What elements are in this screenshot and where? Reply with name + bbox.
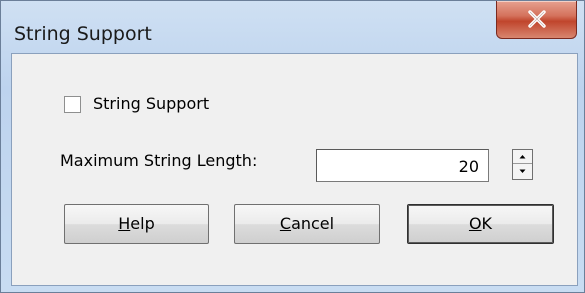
spin-down-button[interactable] (513, 165, 532, 179)
string-support-checkbox[interactable] (64, 96, 81, 113)
window-title: String Support (14, 23, 152, 45)
max-length-spinner[interactable] (512, 149, 533, 180)
close-button[interactable] (496, 1, 577, 39)
title-bar[interactable]: String Support (1, 1, 584, 51)
arrow-down-icon (519, 169, 526, 173)
cancel-mnemonic: C (279, 214, 292, 233)
dialog-body: String Support Maximum String Length: 20… (11, 53, 578, 286)
ok-mnemonic: O (468, 214, 482, 233)
ok-button[interactable]: OK (407, 204, 554, 244)
spin-up-button[interactable] (513, 150, 532, 164)
max-length-input[interactable]: 20 (316, 149, 489, 182)
ok-label-rest: K (481, 214, 493, 233)
string-support-label[interactable]: String Support (93, 94, 209, 113)
max-length-label: Maximum String Length: (60, 151, 258, 170)
arrow-up-icon (519, 155, 526, 159)
help-mnemonic: H (118, 214, 131, 233)
help-label-rest: elp (130, 214, 155, 233)
cancel-button[interactable]: Cancel (234, 204, 380, 244)
cancel-label-rest: ancel (291, 214, 335, 233)
help-button[interactable]: Help (64, 204, 209, 244)
dialog-window: String Support String Support Maximum St… (0, 0, 585, 293)
close-x-icon (528, 10, 546, 28)
